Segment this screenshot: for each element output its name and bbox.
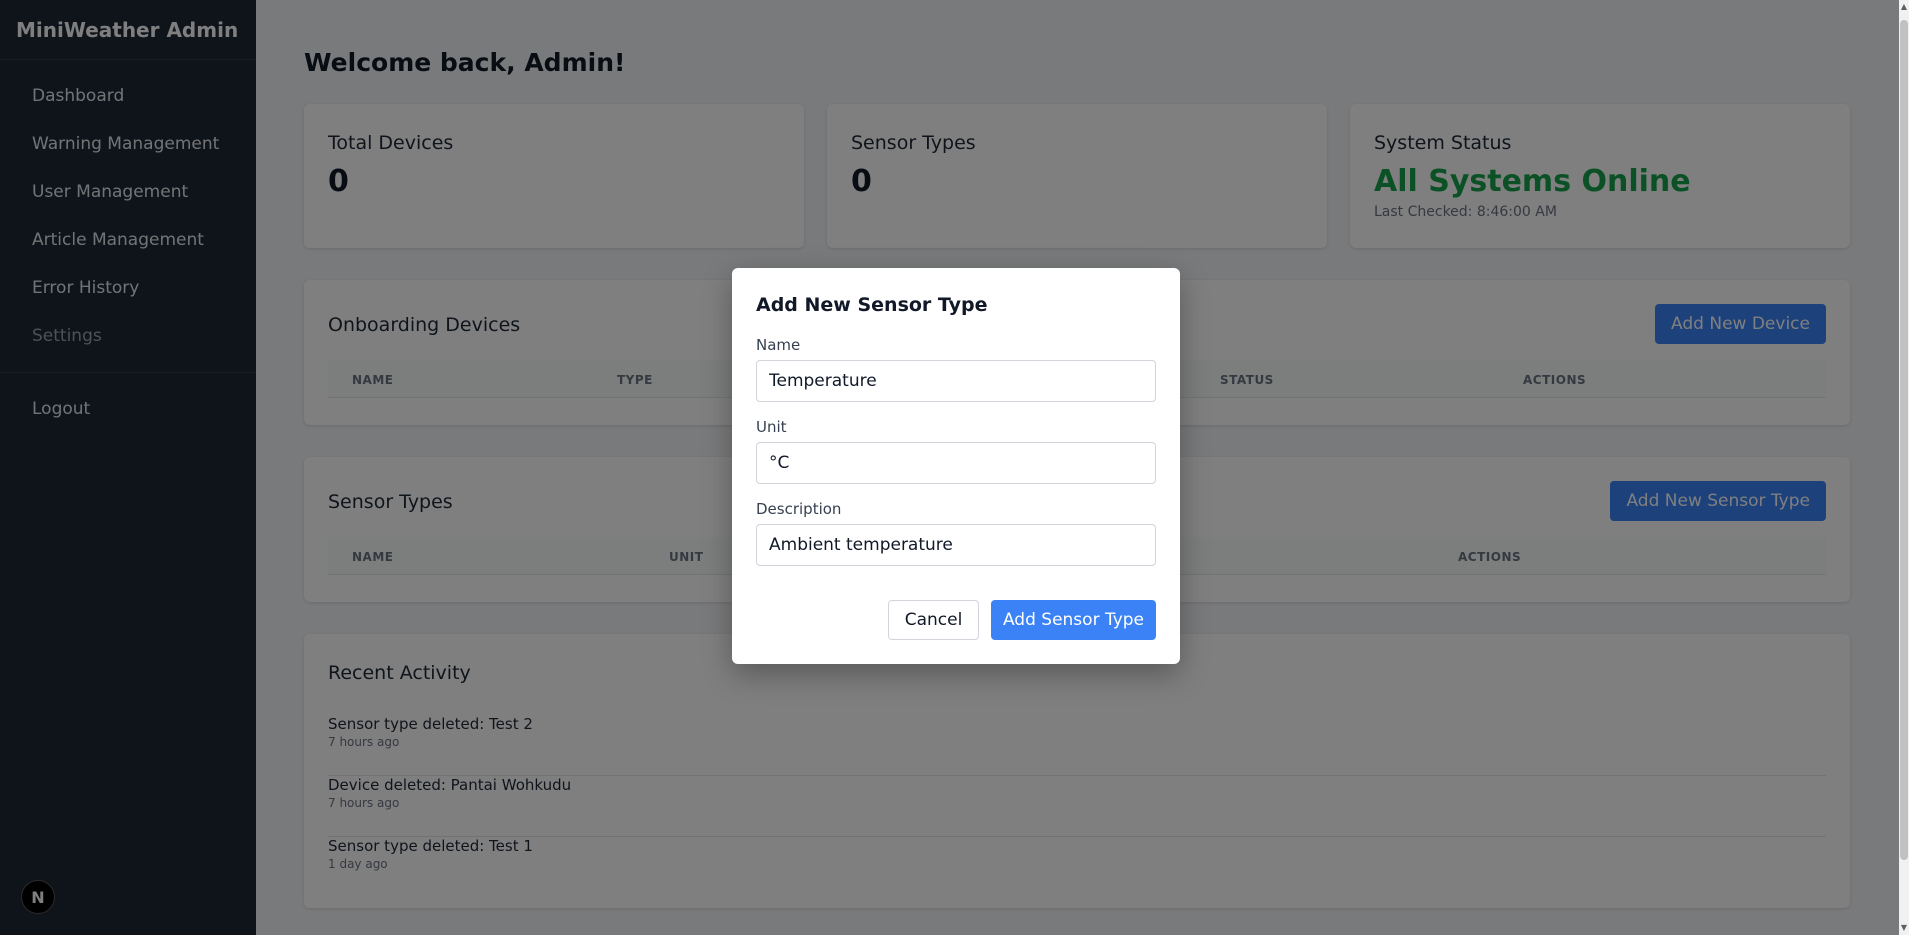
- name-input[interactable]: [756, 360, 1156, 402]
- unit-label: Unit: [756, 418, 787, 436]
- scroll-thumb[interactable]: [1900, 20, 1908, 860]
- add-sensor-type-modal: Add New Sensor Type Name Unit Descriptio…: [732, 268, 1180, 664]
- modal-title: Add New Sensor Type: [756, 294, 988, 316]
- scroll-up-icon[interactable]: ▲: [1899, 2, 1909, 12]
- name-label: Name: [756, 336, 801, 354]
- app-root: MiniWeather Admin Dashboard Warning Mana…: [0, 0, 1909, 935]
- cancel-button[interactable]: Cancel: [888, 600, 979, 640]
- page-scrollbar[interactable]: ▲ ▼: [1899, 0, 1909, 935]
- unit-input[interactable]: [756, 442, 1156, 484]
- add-sensor-type-submit-button[interactable]: Add Sensor Type: [991, 600, 1156, 640]
- scroll-down-icon[interactable]: ▼: [1899, 923, 1909, 933]
- description-input[interactable]: [756, 524, 1156, 566]
- description-label: Description: [756, 500, 842, 518]
